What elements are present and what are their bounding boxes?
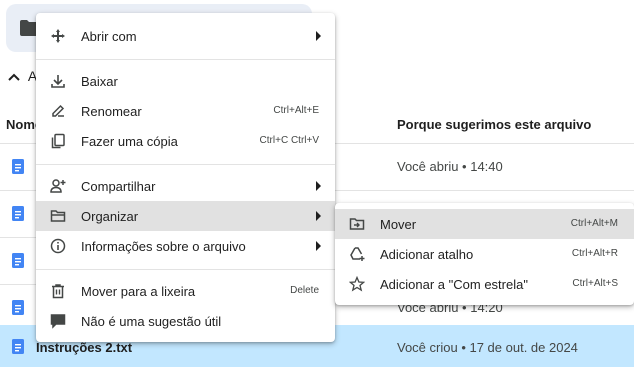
menu-item-label: Mover para a lixeira	[81, 284, 196, 299]
menu-item-copy[interactable]: Fazer uma cópia Ctrl+C Ctrl+V	[36, 126, 335, 156]
section-header[interactable]: A	[8, 68, 37, 84]
menu-item-trash[interactable]: Mover para a lixeira Delete	[36, 276, 335, 306]
menu-item-organize[interactable]: Organizar	[36, 201, 335, 231]
doc-icon	[12, 300, 24, 320]
menu-divider	[36, 269, 335, 270]
menu-item-download[interactable]: Baixar	[36, 66, 335, 96]
menu-item-label: Organizar	[81, 209, 139, 224]
organize-submenu: Mover Ctrl+Alt+M Adicionar atalho Ctrl+A…	[335, 203, 634, 305]
doc-icon	[12, 253, 24, 273]
star-icon	[348, 275, 366, 292]
menu-item-label: Baixar	[81, 74, 118, 89]
menu-item-label: Abrir com	[81, 29, 137, 44]
open-with-icon	[50, 28, 66, 44]
submenu-item-shortcut: Ctrl+Alt+M	[570, 218, 618, 229]
doc-icon	[12, 206, 24, 226]
trash-icon	[50, 283, 66, 299]
doc-icon	[12, 339, 24, 359]
submenu-item-label: Adicionar atalho	[380, 247, 474, 262]
submenu-item-star[interactable]: Adicionar a "Com estrela" Ctrl+Alt+S	[335, 269, 634, 299]
menu-item-not-helpful[interactable]: Não é uma sugestão útil	[36, 306, 335, 336]
menu-item-label: Fazer uma cópia	[81, 134, 178, 149]
menu-item-share[interactable]: Compartilhar	[36, 171, 335, 201]
submenu-item-add-shortcut[interactable]: Adicionar atalho Ctrl+Alt+R	[335, 239, 634, 269]
chevron-up-icon	[8, 68, 24, 84]
context-menu: Abrir com Baixar Renomear Ctrl+Alt+E Faz…	[36, 13, 335, 342]
add-shortcut-icon	[349, 246, 365, 262]
row-reason: Você criou • 17 de out. de 2024	[397, 340, 578, 355]
menu-item-label: Informações sobre o arquivo	[81, 239, 246, 254]
menu-item-rename[interactable]: Renomear Ctrl+Alt+E	[36, 96, 335, 126]
move-icon	[349, 216, 365, 232]
chevron-right-icon	[316, 181, 321, 191]
menu-divider	[36, 164, 335, 165]
menu-item-open-with[interactable]: Abrir com	[36, 21, 335, 51]
share-icon	[50, 178, 66, 194]
submenu-item-shortcut: Ctrl+Alt+R	[571, 248, 618, 259]
info-icon	[50, 238, 66, 254]
doc-icon	[12, 159, 24, 179]
folder-open-icon	[50, 208, 66, 224]
submenu-item-shortcut: Ctrl+Alt+S	[572, 278, 618, 289]
column-header-reason: Porque sugerimos este arquivo	[397, 117, 592, 132]
copy-icon	[50, 133, 66, 149]
menu-item-file-info[interactable]: Informações sobre o arquivo	[36, 231, 335, 261]
menu-item-shortcut: Ctrl+Alt+E	[273, 105, 319, 116]
row-reason: Você abriu • 14:40	[397, 159, 503, 174]
menu-item-label: Compartilhar	[81, 179, 156, 194]
chevron-right-icon	[316, 31, 321, 41]
file-name: Instruções 2.txt	[36, 340, 133, 355]
rename-icon	[50, 103, 66, 119]
menu-item-label: Renomear	[81, 104, 142, 119]
submenu-item-label: Adicionar a "Com estrela"	[380, 277, 528, 292]
download-icon	[50, 73, 66, 89]
submenu-item-label: Mover	[380, 217, 417, 232]
menu-divider	[36, 59, 335, 60]
chevron-right-icon	[316, 211, 321, 221]
menu-item-label: Não é uma sugestão útil	[81, 314, 222, 329]
chevron-right-icon	[316, 241, 321, 251]
feedback-icon	[50, 313, 66, 329]
submenu-item-move[interactable]: Mover Ctrl+Alt+M	[335, 209, 634, 239]
menu-item-shortcut: Ctrl+C Ctrl+V	[259, 135, 319, 146]
menu-item-shortcut: Delete	[290, 285, 319, 296]
